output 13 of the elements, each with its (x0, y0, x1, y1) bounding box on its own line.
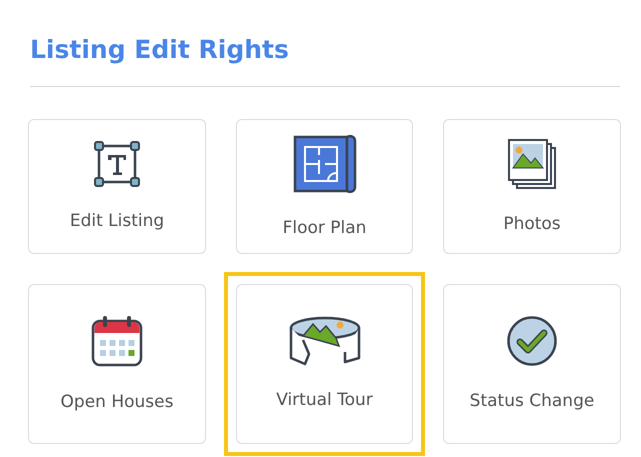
option-card[interactable]: Floor Plan (236, 119, 413, 254)
check-circle-icon (506, 315, 558, 367)
option-card[interactable]: Status Change (443, 284, 621, 444)
option-card[interactable]: Photos (443, 119, 621, 254)
calendar-icon (90, 314, 144, 368)
option-card[interactable]: Open Houses (28, 284, 206, 444)
option-card[interactable]: Virtual Tour (236, 284, 413, 444)
option-card[interactable]: Edit Listing (28, 119, 206, 254)
floor-plan-icon (292, 134, 356, 194)
photos-icon (507, 138, 557, 190)
section-title: Listing Edit Rights (30, 34, 290, 66)
panorama-icon (288, 316, 360, 366)
text-frame-icon (94, 140, 140, 186)
